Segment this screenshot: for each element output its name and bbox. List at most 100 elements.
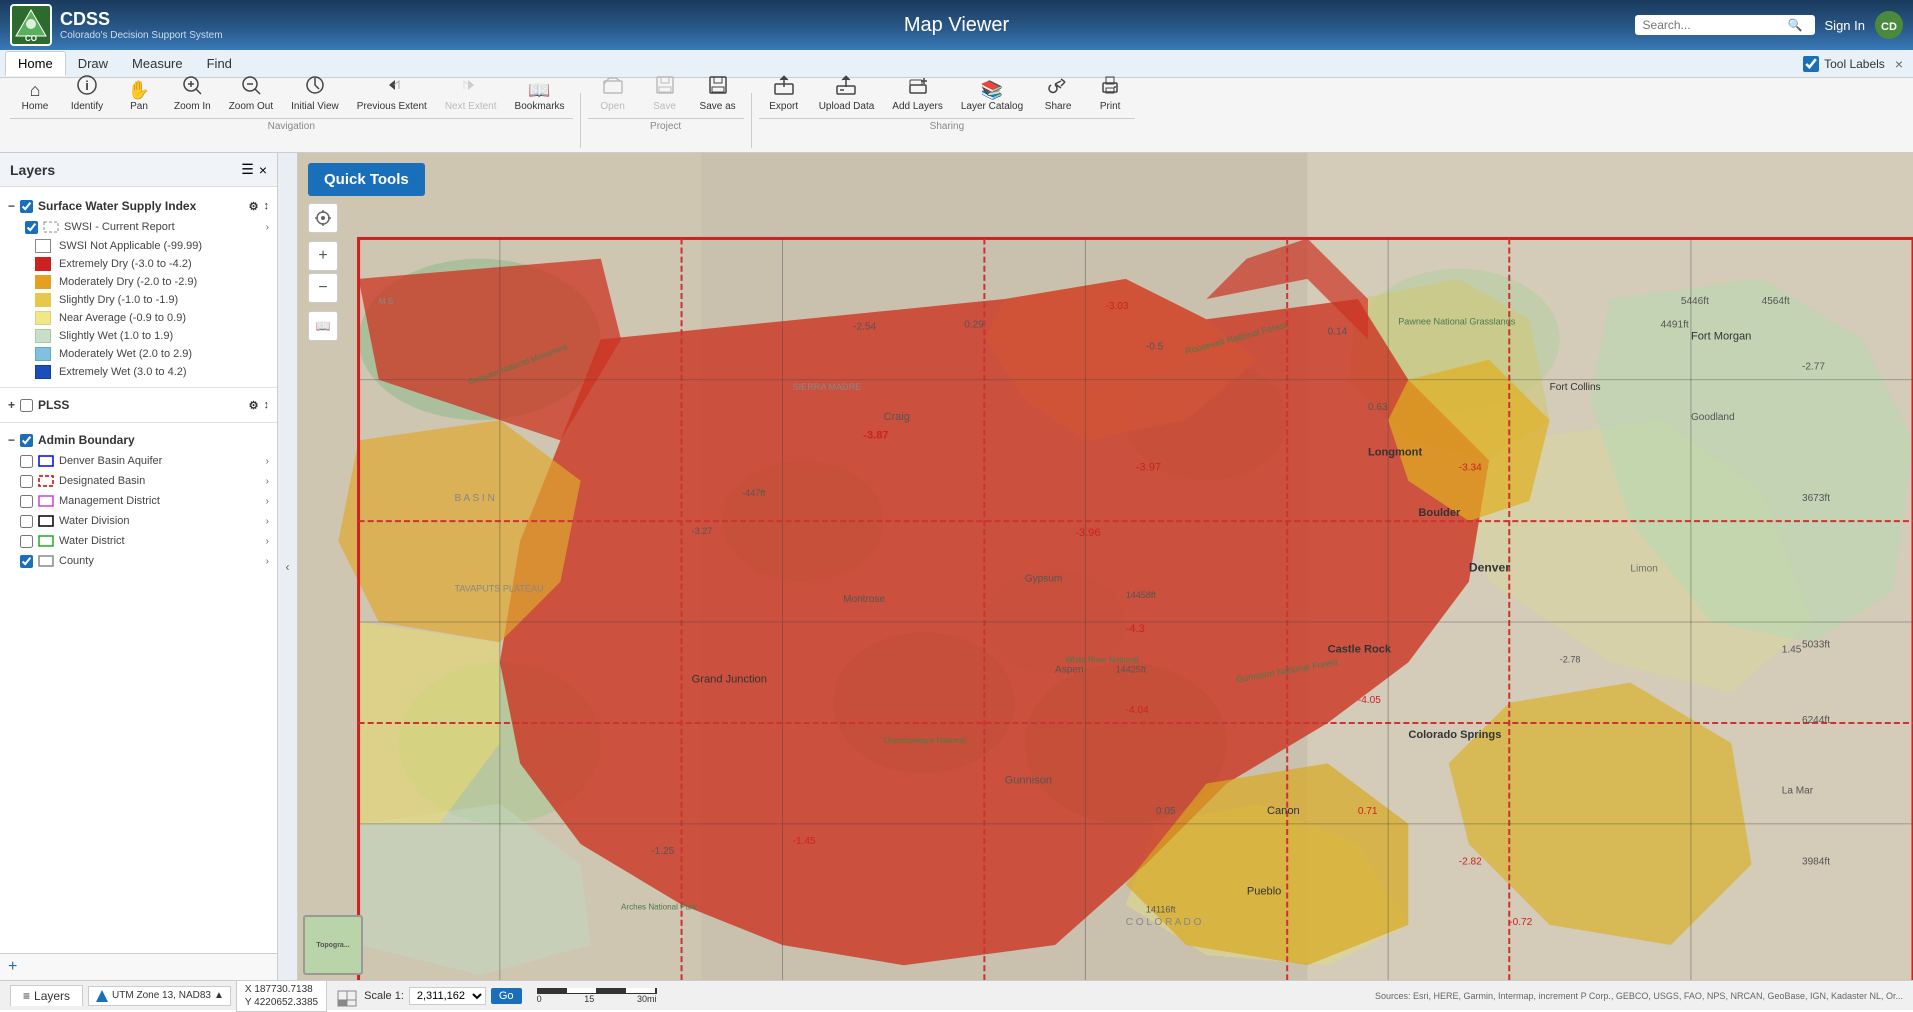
legend-color-mod-wet (35, 347, 51, 361)
water-district-item[interactable]: Water District › (0, 531, 277, 551)
map-area[interactable]: Longmont Boulder Denver Castle Rock Colo… (298, 153, 1913, 980)
map-locate-button[interactable] (308, 203, 338, 233)
denver-basin-item[interactable]: Denver Basin Aquifer › (0, 451, 277, 471)
svg-text:0.63: 0.63 (1368, 402, 1388, 413)
legend-label-na: SWSI Not Applicable (-99.99) (59, 240, 202, 252)
quick-tools-button[interactable]: Quick Tools (308, 163, 425, 196)
svg-text:14458ft: 14458ft (1126, 590, 1157, 600)
mgmt-district-expand[interactable]: › (266, 496, 269, 507)
toolbar-export-button[interactable]: Export (759, 70, 809, 116)
water-division-checkbox[interactable] (20, 515, 33, 528)
swsi-group-label: Surface Water Supply Index (38, 199, 196, 213)
toolbar-layer-catalog-button[interactable]: 📚 Layer Catalog (953, 77, 1031, 116)
sidebar-collapse-button[interactable]: ‹ (278, 153, 298, 980)
svg-text:-4.3: -4.3 (1126, 623, 1145, 635)
toolbar-pan-button[interactable]: ✋ Pan (114, 77, 164, 116)
toolbar-home-button[interactable]: ⌂ Home (10, 77, 60, 116)
county-checkbox[interactable] (20, 555, 33, 568)
toolbar-print-button[interactable]: Print (1085, 70, 1135, 116)
toolbar-add-layers-button[interactable]: Add Layers (884, 70, 951, 116)
designated-basin-icon (38, 474, 54, 488)
water-division-item[interactable]: Water Division › (0, 511, 277, 531)
admin-group-label: Admin Boundary (38, 433, 135, 447)
denver-basin-checkbox[interactable] (20, 455, 33, 468)
search-box[interactable]: 🔍 (1635, 15, 1815, 35)
plss-group-header[interactable]: + PLSS ⚙ ↕ (0, 394, 277, 416)
denver-basin-expand[interactable]: › (266, 456, 269, 467)
app-subtitle: Colorado's Decision Support System (60, 30, 223, 41)
scale-select[interactable]: 2,311,162 1,155,581 577,790 288,895 (409, 987, 486, 1005)
toolbar-upload-data-button[interactable]: Upload Data (811, 70, 883, 116)
add-layers-icon (907, 74, 929, 99)
basemap-indicator[interactable]: Topogra... (303, 915, 363, 975)
swsi-current-expand[interactable]: › (266, 222, 269, 233)
toolbar-separator-1 (580, 93, 581, 148)
search-input[interactable] (1643, 18, 1783, 32)
water-division-label: Water Division (59, 515, 130, 527)
toolbar-zoom-in-button[interactable]: Zoom In (166, 70, 219, 116)
legend-sli-dry: Slightly Dry (-1.0 to -1.9) (0, 291, 277, 309)
close-toolbar-button[interactable]: × (1890, 54, 1908, 74)
tool-labels-label: Tool Labels (1824, 57, 1885, 71)
toolbar-previous-extent-button[interactable]: Previous Extent (349, 70, 435, 116)
sidebar-menu-button[interactable]: ☰ (241, 161, 254, 178)
toolbar-save-as-button[interactable]: Save as (692, 70, 744, 116)
map-zoom-out-button[interactable]: − (308, 273, 338, 303)
svg-text:-2.77: -2.77 (1802, 362, 1825, 373)
toolbar-next-extent-button[interactable]: Next Extent (437, 70, 505, 116)
swsi-current-checkbox[interactable] (25, 221, 38, 234)
map-zoom-in-button[interactable]: + (308, 241, 338, 271)
previous-extent-icon (381, 74, 403, 99)
legend-mod-dry: Moderately Dry (-2.0 to -2.9) (0, 273, 277, 291)
designated-basin-checkbox[interactable] (20, 475, 33, 488)
svg-text:14116ft: 14116ft (1146, 905, 1176, 915)
swsi-current-item[interactable]: SWSI - Current Report › (0, 217, 277, 237)
toolbar-bookmarks-button[interactable]: 📖 Bookmarks (507, 77, 573, 116)
add-layer-footer-button[interactable]: + (8, 958, 17, 976)
svg-text:Aspen: Aspen (1055, 664, 1084, 675)
map-bookmark-button[interactable]: 📖 (308, 311, 338, 341)
county-expand[interactable]: › (266, 556, 269, 567)
scale-segment-3 (597, 988, 627, 993)
admin-checkbox[interactable] (20, 434, 33, 447)
go-button[interactable]: Go (491, 988, 522, 1004)
svg-text:0.05: 0.05 (1156, 806, 1176, 817)
toolbar-initial-view-button[interactable]: Initial View (283, 70, 347, 116)
toolbar-save-button[interactable]: Save (640, 70, 690, 116)
water-district-checkbox[interactable] (20, 535, 33, 548)
toolbar-identify-button[interactable]: i Identify (62, 70, 112, 116)
mgmt-district-checkbox[interactable] (20, 495, 33, 508)
user-avatar[interactable]: CD (1875, 11, 1903, 39)
legend-color-ext-dry (35, 257, 51, 271)
legend-label-sli-dry: Slightly Dry (-1.0 to -1.9) (59, 294, 178, 306)
plss-checkbox[interactable] (20, 399, 33, 412)
legend-color-na (35, 239, 51, 253)
toolbar-share-button[interactable]: Share (1033, 70, 1083, 116)
svg-text:Craig: Craig (883, 411, 910, 423)
county-item[interactable]: County › (0, 551, 277, 571)
mgmt-district-item[interactable]: Management District › (0, 491, 277, 511)
tool-labels-checkbox[interactable] (1803, 56, 1819, 72)
swsi-group-header[interactable]: − Surface Water Supply Index ⚙ ↕ (0, 195, 277, 217)
water-district-expand[interactable]: › (266, 536, 269, 547)
layers-tab-button[interactable]: ≡ Layers (10, 985, 83, 1006)
sidebar-header: Layers ☰ × (0, 153, 277, 187)
legend-label-ext-dry: Extremely Dry (-3.0 to -4.2) (59, 258, 192, 270)
svg-text:4564ft: 4564ft (1762, 296, 1790, 307)
water-division-expand[interactable]: › (266, 516, 269, 527)
admin-group-header[interactable]: − Admin Boundary (0, 429, 277, 451)
svg-text:-447ft: -447ft (742, 488, 766, 498)
swsi-checkbox[interactable] (20, 200, 33, 213)
svg-text:-2.54: -2.54 (853, 321, 876, 332)
sidebar-close-button[interactable]: × (259, 162, 267, 178)
designated-basin-expand[interactable]: › (266, 476, 269, 487)
svg-text:Gypsum: Gypsum (1025, 574, 1063, 585)
sign-in-button[interactable]: Sign In (1825, 18, 1865, 33)
toolbar-zoom-out-button[interactable]: Zoom Out (221, 70, 281, 116)
designated-basin-item[interactable]: Designated Basin › (0, 471, 277, 491)
scale-bar: 0 15 30mi (537, 988, 657, 1004)
toolbar-open-button[interactable]: Open (588, 70, 638, 116)
scale-label: Scale 1: (364, 990, 404, 1002)
svg-text:-2.82: -2.82 (1459, 856, 1482, 867)
coord-y: Y 4220652.3385 (245, 996, 318, 1009)
